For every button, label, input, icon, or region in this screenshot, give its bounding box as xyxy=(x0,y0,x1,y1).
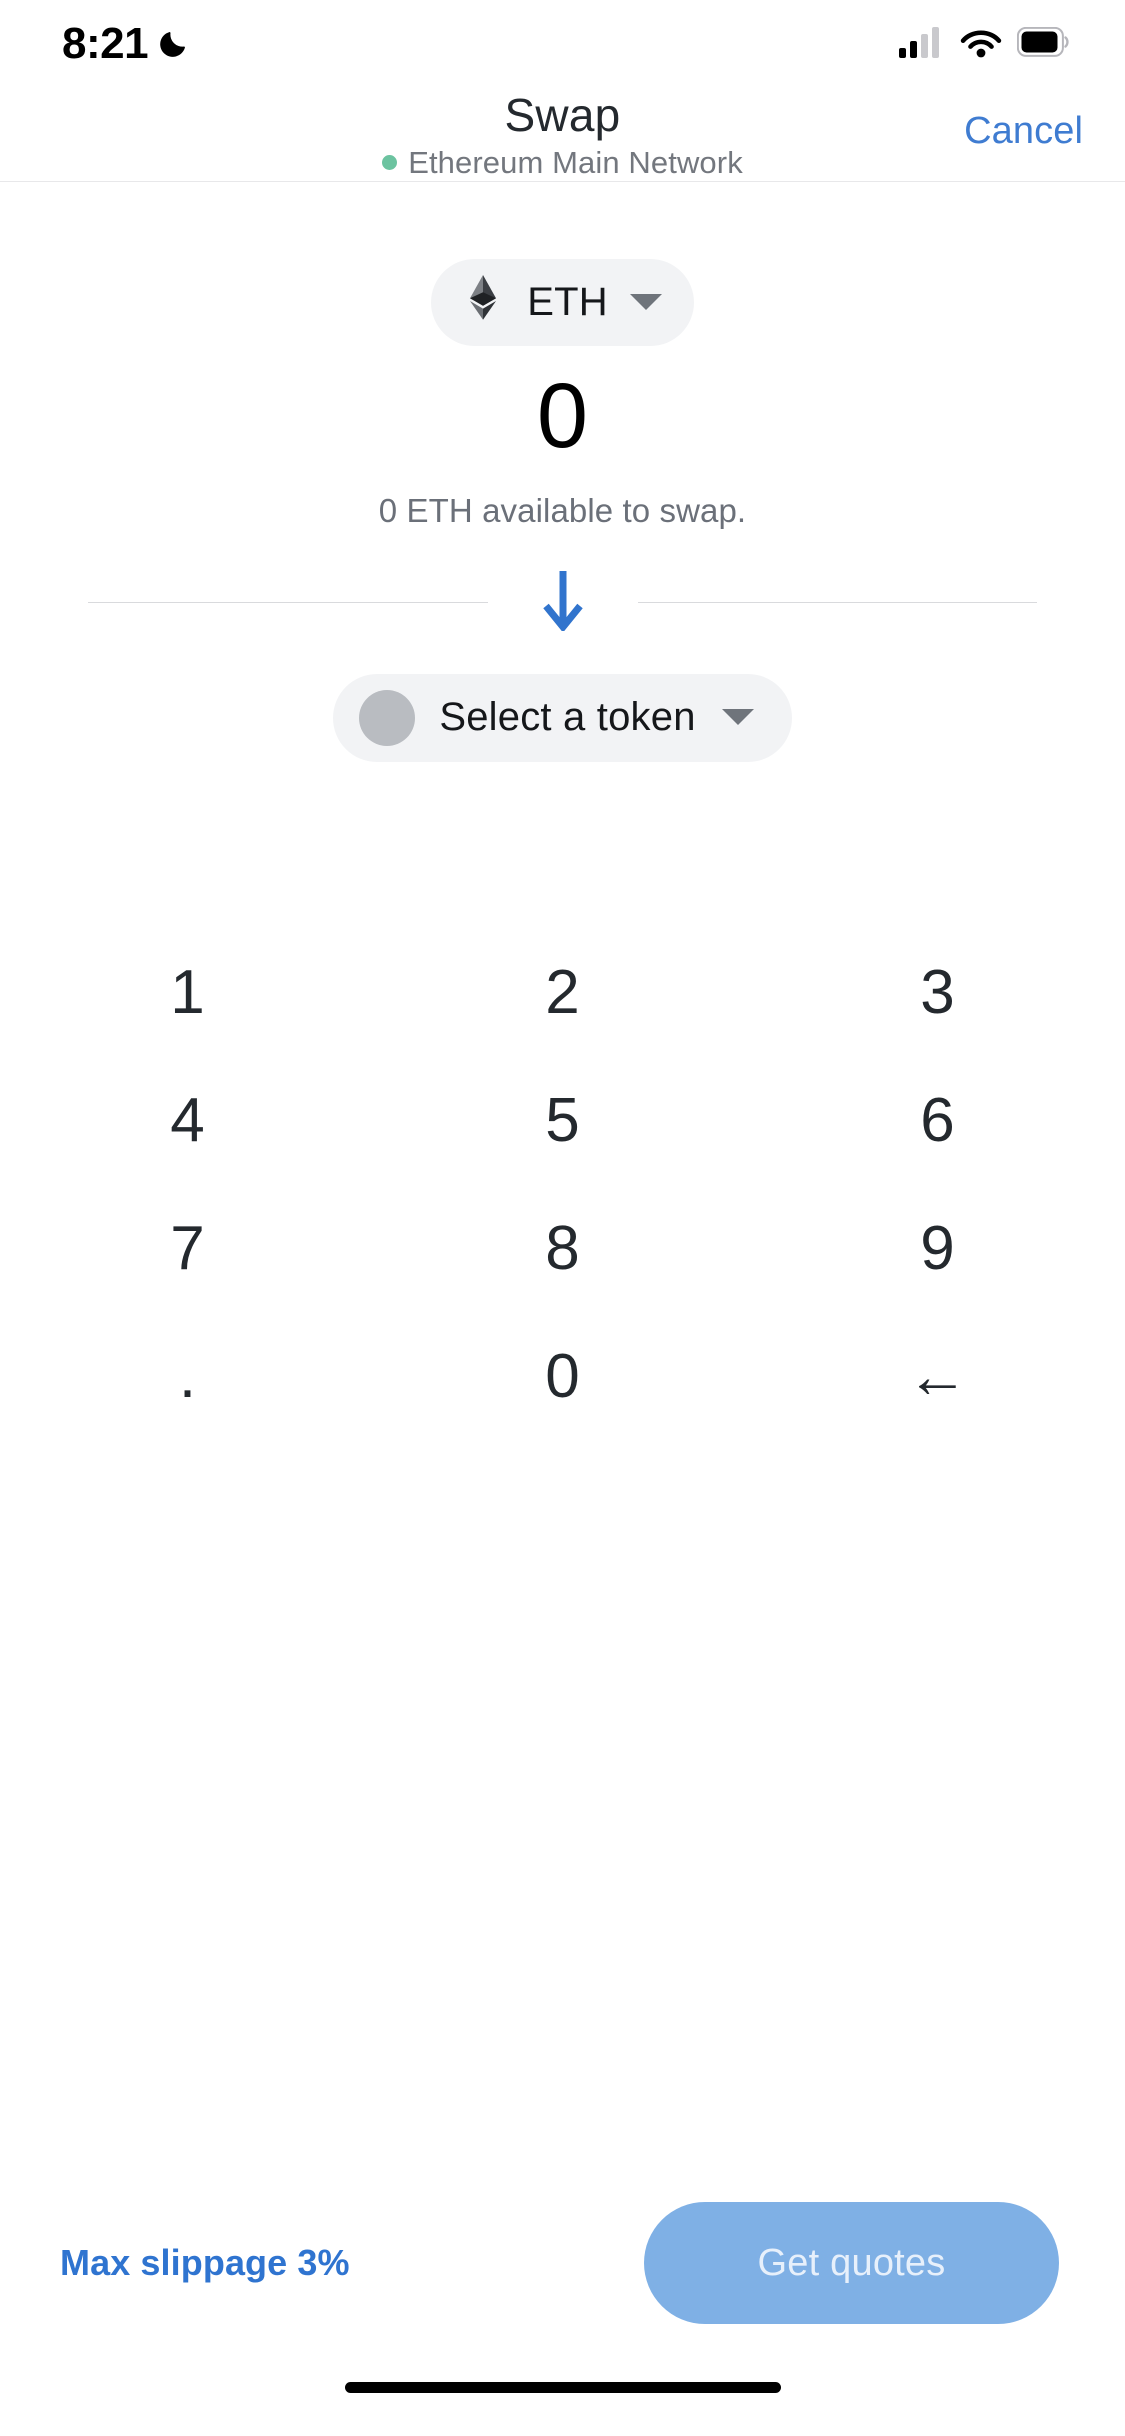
keypad-key-7[interactable]: 7 xyxy=(0,1185,375,1313)
keypad-key-decimal[interactable]: . xyxy=(0,1313,375,1441)
divider-line-left xyxy=(88,601,488,603)
home-indicator[interactable] xyxy=(344,2382,781,2393)
cellular-signal-icon xyxy=(899,26,945,63)
battery-icon xyxy=(1016,26,1069,62)
ethereum-logo-icon xyxy=(459,274,507,331)
bottom-action-bar: Max slippage 3% Get quotes xyxy=(0,2158,1125,2368)
keypad-key-3[interactable]: 3 xyxy=(750,929,1125,1057)
swap-amount-value[interactable]: 0 xyxy=(537,370,588,462)
network-status-dot xyxy=(382,155,398,171)
cancel-button[interactable]: Cancel xyxy=(964,110,1083,153)
numeric-keypad: 1 2 3 4 5 6 7 8 9 . 0 ← xyxy=(0,929,1125,1441)
status-bar-left: 8:21 xyxy=(62,22,192,66)
status-bar-right xyxy=(899,26,1069,63)
arrow-down-icon xyxy=(539,569,587,636)
divider-line-right xyxy=(637,601,1037,603)
source-token-symbol: ETH xyxy=(527,279,608,324)
swap-direction-divider xyxy=(0,569,1125,636)
wifi-icon xyxy=(959,26,1003,63)
swap-main-content: ETH 0 0 ETH available to swap. Select a … xyxy=(0,182,1125,2158)
swap-screen: 8:21 Swap Ethereum Main Network Cancel E… xyxy=(0,0,1125,2436)
network-name-label: Ethereum Main Network xyxy=(408,144,743,180)
max-slippage-button[interactable]: Max slippage 3% xyxy=(60,2242,350,2284)
status-bar-clock: 8:21 xyxy=(62,19,149,68)
chevron-down-icon xyxy=(720,704,756,731)
keypad-key-4[interactable]: 4 xyxy=(0,1057,375,1185)
navigation-header: Swap Ethereum Main Network Cancel xyxy=(0,88,1125,182)
keypad-key-5[interactable]: 5 xyxy=(375,1057,750,1185)
crescent-moon-icon xyxy=(158,25,192,64)
status-bar: 8:21 xyxy=(0,0,1125,88)
destination-token-selector[interactable]: Select a token xyxy=(333,673,792,762)
token-placeholder-icon xyxy=(359,689,416,746)
swap-direction-button[interactable] xyxy=(488,569,638,636)
keypad-key-2[interactable]: 2 xyxy=(375,929,750,1057)
chevron-down-icon xyxy=(628,289,664,316)
destination-token-label: Select a token xyxy=(439,695,696,740)
get-quotes-button[interactable]: Get quotes xyxy=(644,2202,1059,2324)
keypad-key-backspace[interactable]: ← xyxy=(750,1313,1125,1441)
header-title-group: Swap Ethereum Main Network xyxy=(382,88,743,181)
keypad-key-1[interactable]: 1 xyxy=(0,929,375,1057)
keypad-key-8[interactable]: 8 xyxy=(375,1185,750,1313)
source-token-selector[interactable]: ETH xyxy=(431,258,694,346)
network-indicator: Ethereum Main Network xyxy=(382,145,743,181)
home-indicator-area xyxy=(0,2368,1125,2436)
available-balance-label: 0 ETH available to swap. xyxy=(378,491,747,529)
keypad-key-6[interactable]: 6 xyxy=(750,1057,1125,1185)
keypad-key-9[interactable]: 9 xyxy=(750,1185,1125,1313)
keypad-key-0[interactable]: 0 xyxy=(375,1313,750,1441)
page-title: Swap xyxy=(504,89,621,141)
